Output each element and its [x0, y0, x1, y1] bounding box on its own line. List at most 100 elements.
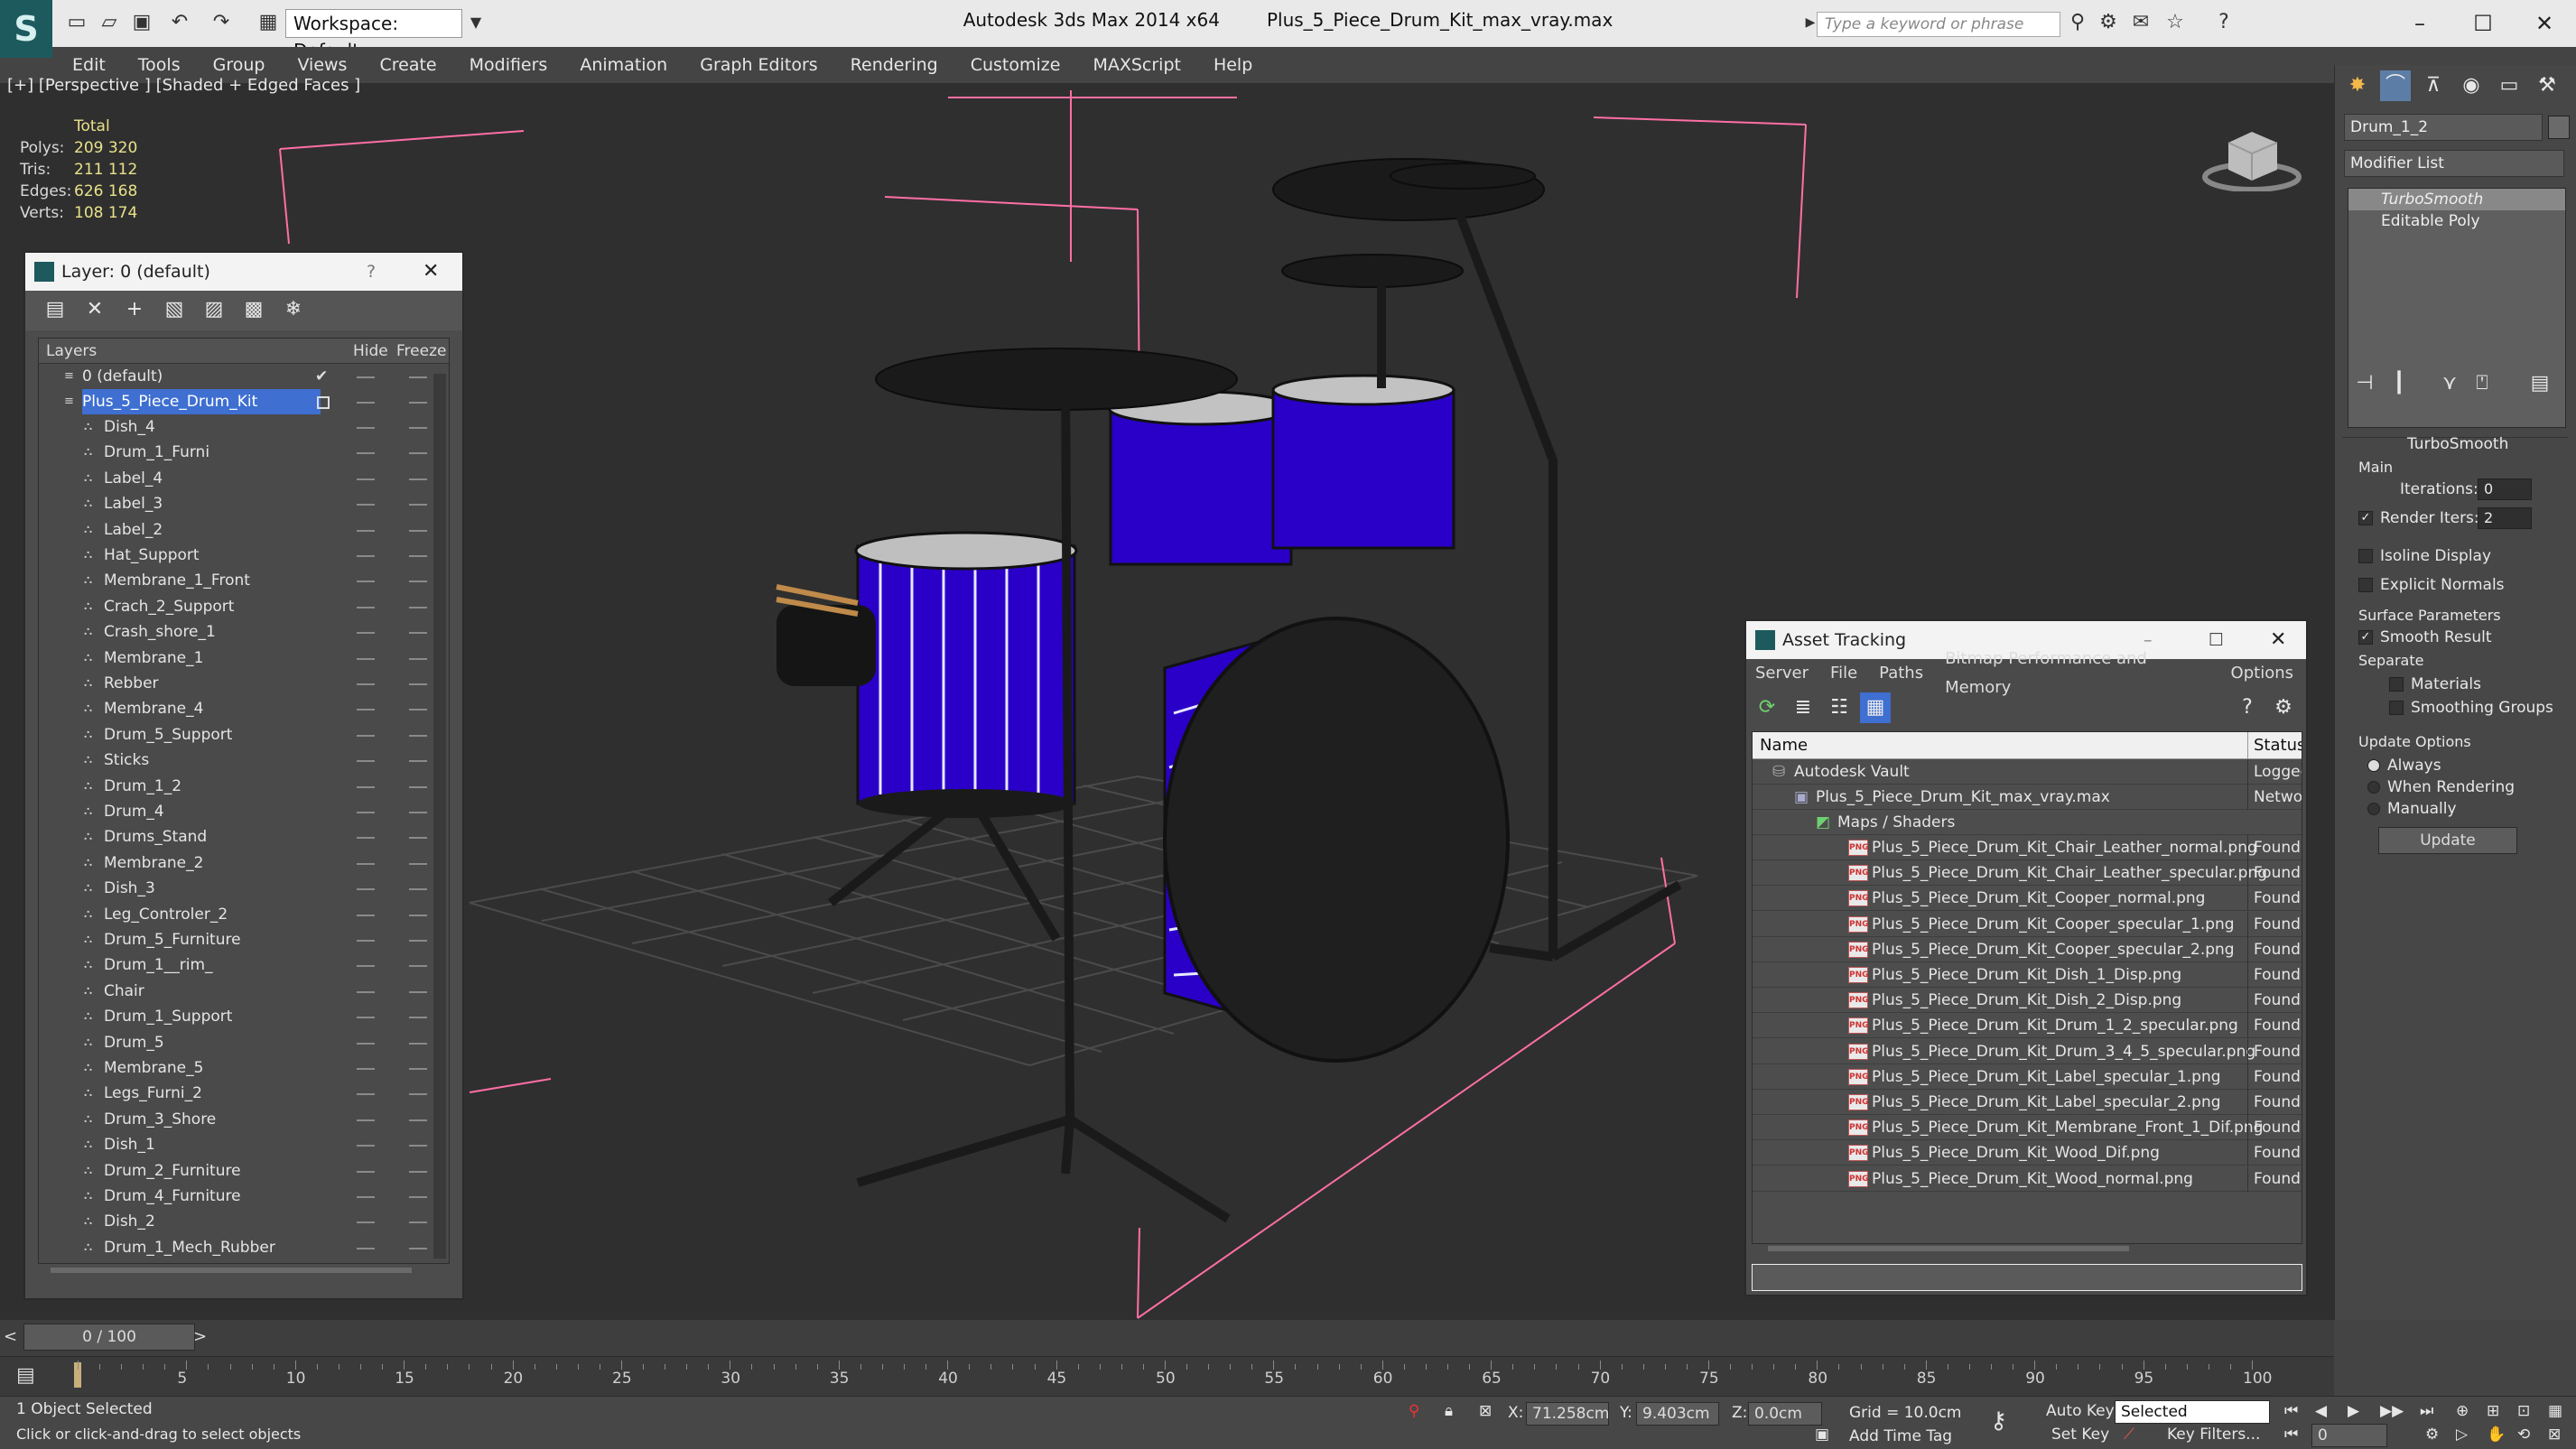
- modifier-list-dropdown[interactable]: Modifier List: [2344, 150, 2564, 177]
- utilities-tab-icon[interactable]: ⚒: [2532, 70, 2562, 101]
- name-column-header[interactable]: Name: [1760, 732, 1808, 759]
- key-set-dropdown[interactable]: Selected: [2115, 1400, 2270, 1424]
- time-tag-icon[interactable]: ▣: [1815, 1426, 1829, 1444]
- asset-menu-options[interactable]: Options: [2231, 659, 2293, 688]
- hide-toggle[interactable]: [357, 760, 375, 763]
- hide-toggle[interactable]: [357, 1017, 375, 1019]
- asset-path-field[interactable]: [1752, 1264, 2302, 1291]
- help-icon[interactable]: ?: [2212, 11, 2236, 34]
- smooth-result-checkbox[interactable]: ✓: [2358, 630, 2373, 645]
- highlight-selected-icon[interactable]: ▨: [199, 294, 229, 325]
- freeze-toggle[interactable]: [409, 529, 427, 532]
- turbosmooth-rollout-title[interactable]: TurboSmooth: [2407, 435, 2508, 453]
- layer-row-default[interactable]: ≡ 0 (default) ✔: [39, 364, 436, 389]
- close-icon[interactable]: ✕: [2270, 621, 2286, 659]
- layer-window-titlebar[interactable]: Layer: 0 (default) ? ✕: [25, 253, 462, 291]
- list-view-icon[interactable]: ≣: [1788, 692, 1818, 723]
- layer-object-row[interactable]: ⛬ Label_3: [39, 491, 436, 516]
- add-to-layer-icon[interactable]: +: [119, 294, 150, 325]
- display-tab-icon[interactable]: ▭: [2494, 70, 2525, 101]
- map-row[interactable]: PNG Plus_5_Piece_Drum_Kit_Membrane_Front_…: [1753, 1115, 2302, 1141]
- layer-object-row[interactable]: ⛬ Drum_1__rim_: [39, 952, 436, 978]
- map-row[interactable]: PNG Plus_5_Piece_Drum_Kit_Cooper_specular…: [1753, 911, 2302, 937]
- refresh-icon[interactable]: ⟳: [1752, 692, 1782, 723]
- freeze-toggle[interactable]: [409, 940, 427, 942]
- map-row[interactable]: PNG Plus_5_Piece_Drum_Kit_Wood_normal.png…: [1753, 1166, 2302, 1192]
- freeze-toggle[interactable]: [409, 504, 427, 506]
- when-rendering-radio[interactable]: [2367, 781, 2380, 794]
- y-coordinate-field[interactable]: 9.403cm: [1636, 1402, 1719, 1426]
- freeze-toggle[interactable]: [409, 427, 427, 429]
- subscription-icon[interactable]: ⚙: [2097, 11, 2120, 34]
- menu-rendering[interactable]: Rendering: [851, 55, 938, 75]
- motion-tab-icon[interactable]: ◉: [2456, 70, 2487, 101]
- layer-list-scrollbar[interactable]: [433, 374, 446, 1259]
- freeze-toggle[interactable]: [409, 478, 427, 480]
- explicit-normals-checkbox[interactable]: [2358, 578, 2373, 592]
- layer-object-row[interactable]: ⛬ Drum_5_Support: [39, 722, 436, 748]
- freeze-toggle[interactable]: [409, 632, 427, 635]
- map-row[interactable]: PNG Plus_5_Piece_Drum_Kit_Label_specular_…: [1753, 1090, 2302, 1115]
- freeze-toggle[interactable]: [409, 709, 427, 711]
- mini-curve-editor-icon[interactable]: ▤: [16, 1364, 35, 1387]
- layer-object-row[interactable]: ⛬ Leg_Controler_2: [39, 902, 436, 927]
- hide-toggle[interactable]: [357, 1145, 375, 1147]
- layer-object-row[interactable]: ⛬ Dish_2: [39, 1209, 436, 1234]
- help-icon[interactable]: ?: [367, 253, 376, 291]
- zoom-all-icon[interactable]: ⊞: [2487, 1402, 2499, 1420]
- options-icon[interactable]: ⚙: [2268, 692, 2299, 723]
- layer-object-row[interactable]: ⛬ Label_2: [39, 517, 436, 543]
- object-color-swatch[interactable]: [2548, 116, 2570, 139]
- hide-toggle[interactable]: [357, 940, 375, 942]
- layer-object-row[interactable]: ⛬ Drum_4: [39, 799, 436, 824]
- freeze-toggle[interactable]: [409, 1196, 427, 1198]
- hide-all-layers-icon[interactable]: ▩: [238, 294, 269, 325]
- current-frame-field[interactable]: 0: [2311, 1424, 2387, 1447]
- set-keys-icon[interactable]: ⟋: [2124, 1426, 2134, 1444]
- freeze-toggle[interactable]: [409, 990, 427, 993]
- layer-row-drum-kit[interactable]: ≡ Plus_5_Piece_Drum_Kit: [39, 389, 436, 414]
- layer-object-row[interactable]: ⛬ Chair: [39, 979, 436, 1004]
- layer-object-row[interactable]: ⛬ Membrane_1_Front: [39, 568, 436, 593]
- layer-object-row[interactable]: ⛬Label: [39, 1260, 436, 1263]
- play-icon[interactable]: ▶: [2348, 1402, 2359, 1420]
- layer-object-row[interactable]: ⛬ Drum_5_Furniture: [39, 927, 436, 952]
- hide-toggle[interactable]: [357, 1119, 375, 1121]
- layer-object-row[interactable]: ⛬ Membrane_5: [39, 1055, 436, 1081]
- hide-toggle[interactable]: [357, 914, 375, 916]
- modify-tab-icon[interactable]: ⌒: [2380, 70, 2411, 101]
- layers-column-header[interactable]: Layers: [46, 339, 97, 364]
- track-bar[interactable]: ▤ 5 10 15 20 25 30 35 40 45 50 55 60 65 70 75 80 85 90 95 1…: [0, 1356, 2334, 1396]
- viewport-label[interactable]: [+] [Perspective ] [Shaded + Edged Faces…: [7, 76, 360, 95]
- layer-object-row[interactable]: ⛬ Drum_1_Furni: [39, 440, 436, 465]
- maximize-icon[interactable]: ☐: [2467, 7, 2499, 40]
- object-name-field[interactable]: Drum_1_2: [2344, 114, 2543, 141]
- select-highlighted-icon[interactable]: ▧: [159, 294, 190, 325]
- layer-object-row[interactable]: ⛬ Legs_Furni_2: [39, 1081, 436, 1106]
- hide-toggle[interactable]: [357, 888, 375, 891]
- always-radio[interactable]: [2367, 759, 2380, 772]
- map-row[interactable]: PNG Plus_5_Piece_Drum_Kit_Label_specular_…: [1753, 1064, 2302, 1090]
- zoom-extents-icon[interactable]: ⊡: [2517, 1402, 2530, 1420]
- selection-lock-icon[interactable]: 🔒︎: [1445, 1402, 1453, 1420]
- minimize-icon[interactable]: –: [2404, 7, 2436, 40]
- freeze-toggle[interactable]: [409, 581, 427, 583]
- layer-object-row[interactable]: ⛬ Drum_2_Furniture: [39, 1158, 436, 1184]
- smoothing-groups-checkbox[interactable]: [2389, 701, 2404, 715]
- pan-view-icon[interactable]: ✋: [2487, 1426, 2506, 1444]
- time-slider-next-icon[interactable]: >: [193, 1327, 207, 1346]
- map-row[interactable]: PNG Plus_5_Piece_Drum_Kit_Cooper_normal.p…: [1753, 886, 2302, 912]
- layer-object-row[interactable]: ⛬ Dish_1: [39, 1132, 436, 1157]
- create-tab-icon[interactable]: ✸: [2342, 70, 2373, 101]
- freeze-toggle[interactable]: [409, 555, 427, 557]
- time-configuration-icon[interactable]: ⚙: [2425, 1426, 2439, 1444]
- layer-object-row[interactable]: ⛬ Drum_5: [39, 1030, 436, 1055]
- layer-object-row[interactable]: ⛬ Crach_2_Support: [39, 594, 436, 619]
- zoom-icon[interactable]: ⊕: [2456, 1402, 2469, 1420]
- layer-object-row[interactable]: ⛬ Membrane_1: [39, 646, 436, 671]
- hide-toggle[interactable]: [357, 529, 375, 532]
- menu-tools[interactable]: Tools: [138, 55, 181, 75]
- freeze-toggle[interactable]: [409, 606, 427, 608]
- layer-object-row[interactable]: ⛬ Drum_1_Support: [39, 1004, 436, 1029]
- freeze-toggle[interactable]: [409, 1221, 427, 1224]
